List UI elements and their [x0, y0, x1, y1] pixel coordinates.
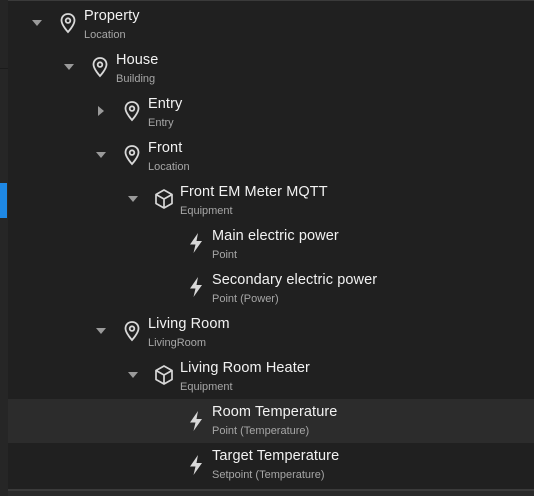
location-pin-icon: [120, 143, 144, 167]
node-subtitle: Equipment: [180, 205, 233, 217]
node-subtitle: Location: [148, 161, 190, 173]
node-title: Target Temperature: [212, 448, 340, 464]
node-title: Room Temperature: [212, 404, 338, 420]
node-subtitle: Equipment: [180, 381, 233, 393]
tree-node-front[interactable]: Front Location: [8, 133, 534, 177]
node-title: Entry: [148, 96, 183, 112]
node-subtitle: Point (Power): [212, 293, 279, 305]
node-title: Secondary electric power: [212, 272, 378, 288]
node-title: Front EM Meter MQTT: [180, 184, 328, 200]
panel-bottom-border: [8, 489, 534, 491]
node-subtitle: Entry: [148, 117, 174, 129]
semantic-model-tree: Property Location House Building Entry E…: [8, 0, 534, 491]
left-panel-edge: [0, 0, 8, 496]
expand-caret-icon[interactable]: [32, 18, 42, 28]
node-title: Living Room Heater: [180, 360, 310, 376]
expand-caret-icon[interactable]: [128, 370, 138, 380]
expand-caret-icon[interactable]: [64, 62, 74, 72]
lightning-bolt-icon: [184, 453, 208, 477]
expand-caret-icon[interactable]: [96, 150, 106, 160]
lightning-bolt-icon: [184, 231, 208, 255]
tree-node-property[interactable]: Property Location: [8, 1, 534, 45]
tree-node-living-room-heater[interactable]: Living Room Heater Equipment: [8, 353, 534, 397]
expand-caret-icon[interactable]: [96, 326, 106, 336]
tree-node-living-room[interactable]: Living Room LivingRoom: [8, 309, 534, 353]
node-title: Front: [148, 140, 183, 156]
node-subtitle: LivingRoom: [148, 337, 207, 349]
location-pin-icon: [88, 55, 112, 79]
lightning-bolt-icon: [184, 409, 208, 433]
lightning-bolt-icon: [184, 275, 208, 299]
cube-icon: [152, 187, 176, 211]
tree-node-target-temperature[interactable]: Target Temperature Setpoint (Temperature…: [8, 443, 534, 487]
tree-node-main-electric-power[interactable]: Main electric power Point: [8, 221, 534, 265]
node-subtitle: Point: [212, 249, 238, 261]
selection-indicator: [0, 183, 7, 218]
location-pin-icon: [120, 99, 144, 123]
expand-caret-icon[interactable]: [128, 194, 138, 204]
node-subtitle: Point (Temperature): [212, 425, 310, 437]
node-subtitle: Building: [116, 73, 156, 85]
cube-icon: [152, 363, 176, 387]
tree-node-secondary-electric-power[interactable]: Secondary electric power Point (Power): [8, 265, 534, 309]
collapse-caret-icon[interactable]: [96, 106, 106, 116]
tree-node-house[interactable]: House Building: [8, 45, 534, 89]
tree-node-front-em-meter-mqtt[interactable]: Front EM Meter MQTT Equipment: [8, 177, 534, 221]
node-title: House: [116, 52, 159, 68]
node-title: Main electric power: [212, 228, 339, 244]
left-panel-header: [0, 0, 8, 69]
tree-node-entry[interactable]: Entry Entry: [8, 89, 534, 133]
node-subtitle: Setpoint (Temperature): [212, 469, 325, 481]
location-pin-icon: [56, 11, 80, 35]
location-pin-icon: [120, 319, 144, 343]
node-subtitle: Location: [84, 29, 126, 41]
tree-node-room-temperature[interactable]: Room Temperature Point (Temperature): [8, 399, 534, 443]
node-title: Living Room: [148, 316, 230, 332]
node-title: Property: [84, 8, 140, 24]
